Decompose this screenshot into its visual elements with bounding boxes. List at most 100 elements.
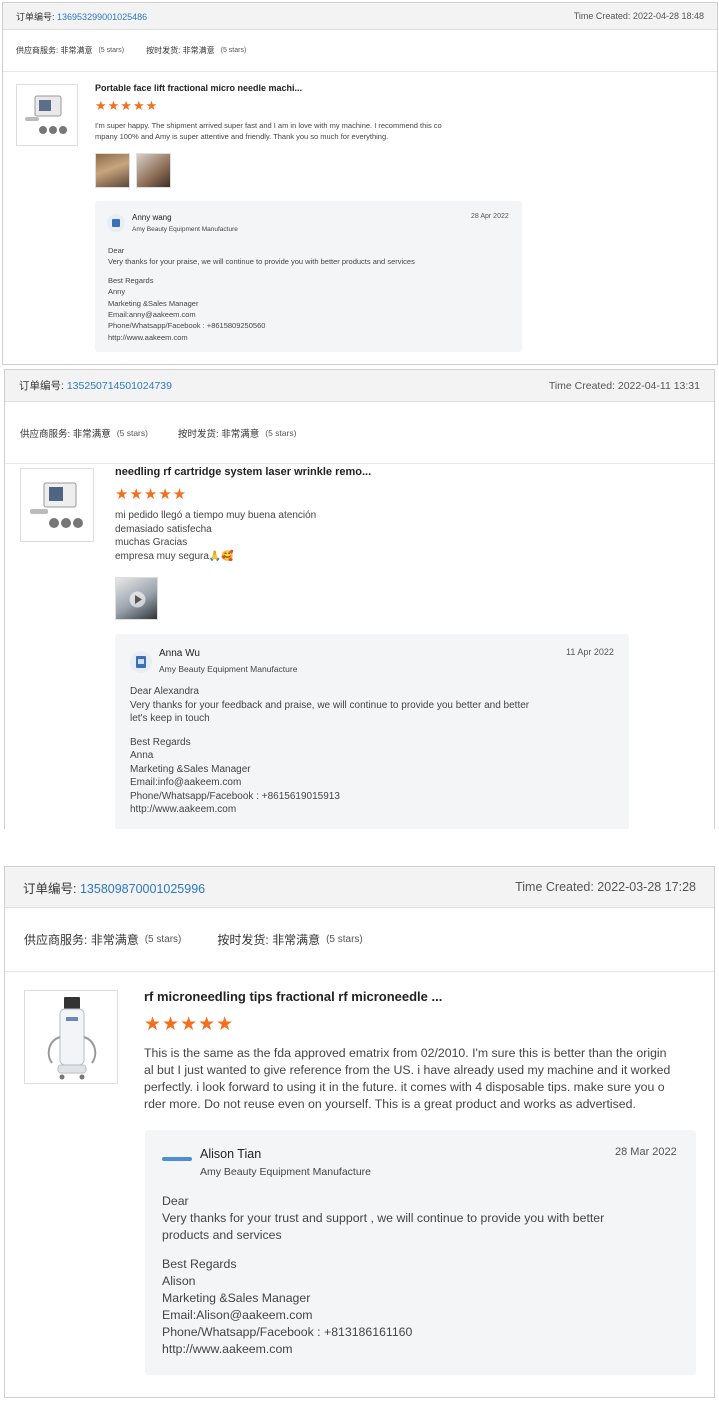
- reply-company: Amy Beauty Equipment Manufacture: [200, 1166, 372, 1178]
- reply-line: Best Regards: [108, 276, 154, 286]
- reply-line: Email:anny@aakeem.com: [108, 309, 196, 319]
- service-ratings: 供应商服务: 非常满意 (5 stars) 按时发货: 非常满意 (5 star…: [5, 402, 714, 464]
- review-text-line: muchas Gracias: [115, 537, 188, 548]
- reply-line: Anny: [108, 287, 126, 297]
- ontime-delivery-stars: (5 stars): [220, 47, 247, 54]
- order-number-link[interactable]: 135250714501024739: [67, 380, 172, 392]
- ontime-delivery-stars: (5 stars): [326, 934, 363, 945]
- device-icon: [47, 997, 97, 1080]
- reply-line: Marketing &Sales Manager: [162, 1291, 311, 1306]
- seller-reply: Anny wang Amy Beauty Equipment Manufactu…: [95, 201, 522, 352]
- reply-line: Alison: [162, 1274, 196, 1289]
- supplier-service-value: 非常满意: [90, 933, 139, 947]
- review-text-line: al but I just wanted to give reference f…: [144, 1063, 671, 1077]
- time-created: Time Created: 2022-04-11 13:31: [548, 379, 700, 392]
- supplier-service-value: 非常满意: [72, 428, 111, 440]
- reply-line: Very thanks for your feedback and praise…: [130, 699, 530, 711]
- review-text-line: demasiado satisfecha: [115, 523, 212, 535]
- review-text-line: perfectly. i look forward to using it in…: [144, 1080, 665, 1094]
- reply-avatar: [160, 1150, 194, 1168]
- ontime-delivery-label: 按时发货:: [177, 428, 219, 440]
- reply-line: let's keep in touch: [130, 713, 210, 724]
- product-title-link[interactable]: Portable face lift fractional micro need…: [95, 83, 302, 93]
- supplier-service-stars: (5 stars): [116, 427, 148, 438]
- supplier-service-stars: (5 stars): [144, 934, 182, 945]
- reply-line: Very thanks for your praise, we will con…: [108, 257, 415, 267]
- reply-text: Dear Alexandra Very thanks for your feed…: [130, 685, 529, 817]
- reply-line: Phone/Whatsapp/Facebook : +8615809250560: [108, 321, 266, 331]
- order-number-link[interactable]: 135809870001025996: [80, 882, 205, 896]
- supplier-service-label: 供应商服务:: [16, 46, 59, 55]
- product-title-link[interactable]: rf microneedling tips fractional rf micr…: [144, 989, 442, 1004]
- reply-line: Anna: [130, 750, 154, 761]
- reply-author-name: Alison Tian: [200, 1147, 262, 1161]
- product-image[interactable]: [20, 468, 94, 542]
- device-icon: [30, 482, 83, 528]
- reply-company: Amy Beauty Equipment Manufacture: [159, 664, 298, 674]
- reply-line: Best Regards: [162, 1257, 237, 1272]
- ontime-delivery-label: 按时发货:: [146, 46, 181, 55]
- review-text-line: rder more. Do not reuse even on yourself…: [144, 1097, 636, 1111]
- order-header: 订单编号: 135250714501024739 Time Created: 2…: [5, 370, 714, 402]
- reply-date: 28 Apr 2022: [471, 213, 509, 220]
- reply-author-name: Anny wang: [132, 213, 172, 222]
- review-card: 订单编号: 135250714501024739 Time Created: 2…: [4, 369, 715, 829]
- supplier-service-value: 非常满意: [60, 46, 93, 55]
- supplier-service-label: 供应商服务:: [20, 428, 71, 440]
- reply-date: 11 Apr 2022: [566, 647, 614, 657]
- reply-line: Dear: [108, 246, 125, 255]
- reply-line: Best Regards: [130, 736, 191, 748]
- reply-text: Dear Very thanks for your trust and supp…: [162, 1193, 604, 1358]
- review-video-thumbnail[interactable]: [115, 577, 158, 620]
- reply-avatar: [107, 214, 125, 232]
- service-ratings: 供应商服务: 非常满意 (5 stars) 按时发货: 非常满意 (5 star…: [5, 908, 714, 972]
- review-text: mi pedido llegó a tiempo muy buena atenc…: [115, 509, 316, 563]
- review-photo[interactable]: [136, 153, 171, 188]
- product-title-link[interactable]: needling rf cartridge system laser wrink…: [115, 466, 371, 478]
- ontime-delivery-value: 非常满意: [182, 46, 215, 55]
- seller-reply: Anna Wu Amy Beauty Equipment Manufacture…: [115, 634, 629, 829]
- reply-line: Phone/Whatsapp/Facebook : +8615619015913: [130, 790, 340, 802]
- service-ratings: 供应商服务: 非常满意 (5 stars) 按时发货: 非常满意 (5 star…: [3, 30, 717, 72]
- reply-date: 28 Mar 2022: [615, 1146, 677, 1158]
- reply-author-name: Anna Wu: [159, 648, 200, 659]
- supplier-service-stars: (5 stars): [98, 47, 125, 54]
- reply-line: Marketing &Sales Manager: [108, 298, 199, 308]
- review-text-line: This is the same as the fda approved ema…: [144, 1046, 667, 1060]
- order-number-link[interactable]: 136953299001025486: [57, 12, 147, 22]
- reply-line: http://www.aakeem.com: [130, 804, 237, 815]
- rating-stars: ★★★★★: [144, 1014, 235, 1035]
- review-photo[interactable]: [95, 153, 130, 188]
- product-image[interactable]: [16, 84, 78, 146]
- reply-line: Marketing &Sales Manager: [130, 763, 251, 775]
- time-created: Time Created: 2022-04-28 18:48: [573, 11, 704, 21]
- reply-line: Email:Alison@aakeem.com: [162, 1308, 313, 1323]
- reply-line: Very thanks for your trust and support ,…: [162, 1211, 605, 1225]
- review-text-line: mi pedido llegó a tiempo muy buena atenc…: [115, 510, 317, 521]
- ontime-delivery-value: 非常满意: [221, 428, 260, 440]
- reply-line: Email:info@aakeem.com: [130, 777, 242, 788]
- company-logo-icon: [162, 1157, 192, 1161]
- reply-line: Dear Alexandra: [130, 686, 199, 697]
- review-card: 订单编号: 136953299001025486 Time Created: 2…: [2, 2, 718, 365]
- reply-company: Amy Beauty Equipment Manufacture: [132, 226, 238, 233]
- supplier-service-label: 供应商服务:: [24, 933, 88, 947]
- rating-stars: ★★★★★: [115, 486, 188, 503]
- reply-line: http://www.aakeem.com: [108, 332, 188, 342]
- order-number-label: 订单编号:: [16, 11, 55, 22]
- reply-text: Dear Very thanks for your praise, we wil…: [108, 245, 415, 343]
- reply-line: [162, 1244, 604, 1256]
- time-created: Time Created: 2022-03-28 17:28: [515, 880, 696, 894]
- product-image[interactable]: [24, 990, 118, 1084]
- reply-line: http://www.aakeem.com: [162, 1342, 293, 1357]
- order-header: 订单编号: 135809870001025996 Time Created: 2…: [5, 867, 714, 908]
- review-text-line: I'm super happy. The shipment arrived su…: [95, 121, 442, 130]
- reply-line: Dear: [162, 1194, 189, 1208]
- play-icon: [129, 591, 146, 608]
- reply-line: [130, 726, 529, 736]
- review-text: I'm super happy. The shipment arrived su…: [95, 120, 442, 142]
- review-text-line: mpany 100% and Amy is super attentive an…: [95, 132, 389, 141]
- review-text-line: empresa muy segura🙏🥰: [115, 550, 234, 562]
- user-avatar-icon: [136, 656, 146, 668]
- order-number-label: 订单编号:: [19, 380, 64, 392]
